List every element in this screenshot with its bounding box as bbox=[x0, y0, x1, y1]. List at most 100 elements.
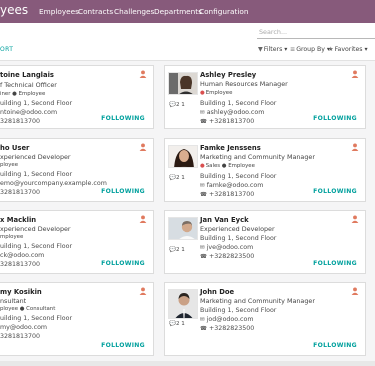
filters-label: Filters bbox=[263, 46, 283, 53]
employee-card[interactable]: my Kosikin nsultant ployee ● Consultant … bbox=[0, 282, 154, 356]
employee-tags: iner ● Employee bbox=[0, 91, 46, 97]
menu-challenges[interactable]: Challenges bbox=[114, 7, 154, 16]
employee-tags: mployee bbox=[0, 234, 24, 240]
employee-email[interactable]: emo@yourcompany.example.com bbox=[0, 180, 107, 187]
employee-job: xperienced Developer bbox=[0, 225, 71, 233]
follow-button[interactable]: FOLLOWING bbox=[101, 342, 145, 349]
email-text: ashley@odoo.com bbox=[206, 109, 265, 116]
employee-card[interactable]: ho User xperienced Developer ployee uild… bbox=[0, 138, 154, 202]
employee-address: Building 1, Second Floor bbox=[200, 235, 277, 242]
app-title: yees bbox=[0, 3, 29, 17]
chat-icon: 💬 bbox=[169, 102, 176, 108]
employee-name: John Doe bbox=[200, 288, 235, 296]
employee-email[interactable]: ✉ jve@odoo.com bbox=[200, 244, 253, 251]
employee-card[interactable]: x Macklin xperienced Developer mployee u… bbox=[0, 210, 154, 274]
user-icon bbox=[351, 70, 359, 78]
stats-count: 2 1 bbox=[175, 175, 185, 181]
stats-count: 2 1 bbox=[175, 247, 185, 253]
phone-text: +3282823500 bbox=[208, 253, 255, 260]
activity-stats[interactable]: 💬2 1 bbox=[169, 175, 185, 181]
employee-card[interactable]: 💬2 1 John Doe Marketing and Community Ma… bbox=[164, 282, 366, 356]
user-icon bbox=[351, 215, 359, 223]
employee-email[interactable]: my@odoo.com bbox=[0, 324, 47, 331]
stats-count: 2 1 bbox=[175, 321, 185, 327]
employee-tags: ployee ● Consultant bbox=[0, 306, 56, 312]
follow-button[interactable]: FOLLOWING bbox=[101, 260, 145, 267]
email-text: famke@odoo.com bbox=[206, 182, 264, 189]
activity-stats[interactable]: 💬2 1 bbox=[169, 102, 185, 108]
phone-icon: ☎ bbox=[200, 192, 207, 198]
favorites-button[interactable]: ★Favorites ▾ bbox=[328, 46, 368, 53]
email-text: jve@odoo.com bbox=[206, 244, 254, 251]
employee-job: xperienced Developer bbox=[0, 153, 71, 161]
chat-icon: 💬 bbox=[169, 247, 176, 253]
tag-dot-icon: ● bbox=[200, 163, 205, 169]
filters-button[interactable]: ▼Filters ▾ bbox=[258, 46, 287, 53]
user-icon bbox=[351, 287, 359, 295]
menu-contracts[interactable]: Contracts bbox=[78, 7, 113, 16]
activity-stats[interactable]: 💬2 1 bbox=[169, 247, 185, 253]
user-icon bbox=[139, 70, 147, 78]
employee-email[interactable]: ✉ famke@odoo.com bbox=[200, 182, 263, 189]
user-icon bbox=[139, 215, 147, 223]
envelope-icon: ✉ bbox=[200, 317, 205, 323]
phone-text: +3281813700 bbox=[208, 118, 255, 125]
employee-name: ho User bbox=[0, 144, 30, 152]
envelope-icon: ✉ bbox=[200, 110, 205, 116]
menu-configuration[interactable]: Configuration bbox=[199, 7, 249, 16]
employee-email[interactable]: ck@odoo.com bbox=[0, 252, 44, 259]
employee-job: Experienced Developer bbox=[200, 225, 275, 233]
employee-address: Building 1, Second Floor bbox=[200, 307, 277, 314]
employee-email[interactable]: ✉ ashley@odoo.com bbox=[200, 109, 264, 116]
follow-button[interactable]: FOLLOWING bbox=[101, 115, 145, 122]
employee-name: Jan Van Eyck bbox=[200, 216, 249, 224]
follow-button[interactable]: FOLLOWING bbox=[313, 260, 357, 267]
employee-job: Marketing and Community Manager bbox=[200, 297, 315, 305]
employee-address: uilding 1, Second Floor bbox=[0, 243, 73, 250]
employee-job: nsultant bbox=[0, 297, 27, 305]
user-icon bbox=[351, 143, 359, 151]
email-text: jod@odoo.com bbox=[206, 316, 254, 323]
star-icon: ★ bbox=[328, 46, 334, 53]
employee-name: Ashley Presley bbox=[200, 71, 257, 79]
follow-button[interactable]: FOLLOWING bbox=[313, 115, 357, 122]
employee-name: x Macklin bbox=[0, 216, 37, 224]
follow-button[interactable]: FOLLOWING bbox=[101, 188, 145, 195]
employee-card[interactable]: 💬2 1 Famke Jenssens Marketing and Commun… bbox=[164, 138, 366, 202]
employee-phone: 3281813700 bbox=[0, 333, 41, 340]
tag-dot-icon: ● bbox=[200, 90, 205, 96]
employee-email[interactable]: ✉ jod@odoo.com bbox=[200, 316, 253, 323]
employee-card[interactable]: 💬2 1 Ashley Presley Human Resources Mana… bbox=[164, 65, 366, 129]
envelope-icon: ✉ bbox=[200, 245, 205, 251]
employee-photo bbox=[168, 217, 198, 240]
employee-tags: ●Sales ● Employee bbox=[200, 163, 255, 169]
follow-button[interactable]: FOLLOWING bbox=[313, 342, 357, 349]
menu-departments[interactable]: Departments bbox=[154, 7, 202, 16]
groupby-label: Group By bbox=[296, 46, 325, 53]
employee-card[interactable]: toine Langlais f Technical Officer iner … bbox=[0, 65, 154, 129]
groupby-button[interactable]: ≡Group By ▾ bbox=[290, 46, 330, 53]
import-button[interactable]: ORT bbox=[0, 46, 13, 53]
search-placeholder: Search... bbox=[259, 28, 288, 36]
employee-card[interactable]: 💬2 1 Jan Van Eyck Experienced Developer … bbox=[164, 210, 366, 274]
follow-button[interactable]: FOLLOWING bbox=[313, 188, 357, 195]
chat-icon: 💬 bbox=[169, 175, 176, 181]
envelope-icon: ✉ bbox=[200, 183, 205, 189]
employee-address: uilding 1, Second Floor bbox=[0, 171, 73, 178]
phone-text: +3282823500 bbox=[208, 325, 255, 332]
employee-name: Famke Jenssens bbox=[200, 144, 261, 152]
employee-photo bbox=[168, 145, 198, 168]
horizontal-scrollbar[interactable] bbox=[0, 361, 375, 366]
phone-icon: ☎ bbox=[200, 254, 207, 260]
employee-phone: ☎ +3281813700 bbox=[200, 118, 254, 125]
employee-address: uilding 1, Second Floor bbox=[0, 100, 73, 107]
search-input[interactable]: Search... bbox=[257, 27, 375, 39]
top-navbar: yees Employees Contracts Challenges Depa… bbox=[0, 0, 375, 23]
employee-phone: 3281813700 bbox=[0, 118, 41, 125]
menu-employees[interactable]: Employees bbox=[39, 7, 79, 16]
tag-label: Employee bbox=[205, 90, 233, 96]
activity-stats[interactable]: 💬2 1 bbox=[169, 321, 185, 327]
phone-icon: ☎ bbox=[200, 326, 207, 332]
groupby-icon: ≡ bbox=[290, 46, 296, 53]
employee-email[interactable]: ntoine@odoo.com bbox=[0, 109, 57, 116]
